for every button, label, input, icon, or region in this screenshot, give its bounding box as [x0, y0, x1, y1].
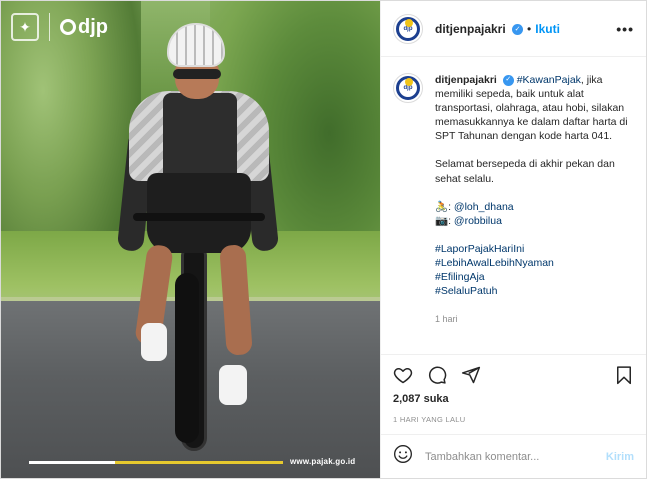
cyclist-shoe-right — [219, 365, 247, 405]
cyclist-glasses — [173, 69, 221, 79]
djp-avatar-logo-icon: djp — [396, 16, 420, 41]
video-progress-bar — [29, 461, 283, 464]
header-username[interactable]: ditjenpajakri ✓ — [435, 21, 524, 36]
bike-emoji-icon: 🚴: — [435, 200, 454, 213]
caption-username[interactable]: ditjenpajakri — [435, 74, 497, 86]
more-icon[interactable]: ••• — [616, 21, 634, 37]
caption-avatar[interactable]: djp — [393, 73, 423, 103]
hashtag-link[interactable]: #LaporPajakHariIni — [435, 242, 634, 256]
djp-avatar-logo-icon: djp — [396, 76, 420, 100]
comment-input[interactable] — [425, 450, 606, 463]
emoji-icon[interactable] — [393, 444, 413, 469]
posted-time[interactable]: 1 HARI YANG LALU — [393, 415, 634, 424]
share-icon[interactable] — [461, 365, 481, 385]
avatar[interactable]: djp — [393, 13, 423, 44]
cyclist-shoe-left — [141, 323, 167, 361]
action-icons — [393, 363, 634, 387]
cyclist-helmet — [167, 23, 225, 67]
ministry-emblem-icon: ✦ — [11, 13, 39, 41]
credit-mention-photographer[interactable]: @robbilua — [454, 215, 502, 227]
caption-time: 1 hari — [435, 314, 458, 325]
caption-paragraph-main: ditjenpajakri ✓ #KawanPajak, jika memili… — [435, 73, 634, 143]
djp-ring-icon — [60, 19, 76, 35]
hashtag-link[interactable]: #EfilingAja — [435, 270, 634, 284]
hashtag-link[interactable]: #SelaluPatuh — [435, 284, 634, 298]
post-sidebar: djp ditjenpajakri ✓ • Ikuti ••• djp ditj… — [380, 1, 646, 478]
likes-count[interactable]: 2,087 suka — [393, 393, 634, 405]
post-header: djp ditjenpajakri ✓ • Ikuti ••• — [381, 1, 646, 57]
bookmark-icon[interactable] — [614, 365, 634, 385]
header-username-text: ditjenpajakri — [435, 21, 506, 36]
brand-watermark: ✦ djp — [11, 13, 108, 41]
hashtag-link[interactable]: #LebihAwalLebihNyaman — [435, 256, 634, 270]
post-actions: 2,087 suka 1 HARI YANG LALU — [381, 354, 646, 434]
caption-credits: 🚴: @loh_dhana 📷: @robbilua — [435, 200, 634, 228]
brand-name: djp — [78, 15, 108, 38]
caption-hashtag-main[interactable]: #KawanPajak — [517, 74, 581, 86]
djp-logo: djp — [60, 16, 108, 39]
caption-closing: Selamat bersepeda di akhir pekan dan seh… — [435, 158, 615, 185]
comment-icon[interactable] — [427, 365, 447, 385]
verified-icon: ✓ — [502, 74, 514, 86]
caption: ditjenpajakri ✓ #KawanPajak, jika memili… — [435, 73, 634, 354]
cyclist-leg-right — [219, 244, 253, 356]
cyclist-figure — [116, 23, 280, 453]
post-photo[interactable]: ✦ djp www.pajak.go.id — [1, 1, 380, 478]
website-watermark: www.pajak.go.id — [290, 457, 356, 466]
credit-mention-rider[interactable]: @loh_dhana — [454, 201, 514, 213]
brand-divider — [49, 13, 50, 41]
caption-hashtags: #LaporPajakHariIni #LebihAwalLebihNyaman… — [435, 242, 634, 298]
add-comment-bar: Kirim — [381, 434, 646, 478]
bike-front-wheel — [175, 273, 199, 443]
bike-handlebar — [133, 213, 265, 221]
video-progress-fill — [29, 461, 116, 464]
header-dot: • — [527, 21, 532, 36]
camera-emoji-icon: 📷: — [435, 214, 454, 227]
post-comment-button[interactable]: Kirim — [606, 451, 634, 463]
instagram-post: ✦ djp www.pajak.go.id djp ditjenpajakri … — [0, 0, 647, 479]
comments-section: djp ditjenpajakri ✓ #KawanPajak, jika me… — [381, 57, 646, 354]
follow-button[interactable]: Ikuti — [535, 22, 560, 36]
verified-icon: ✓ — [512, 23, 524, 35]
heart-icon[interactable] — [393, 365, 413, 385]
